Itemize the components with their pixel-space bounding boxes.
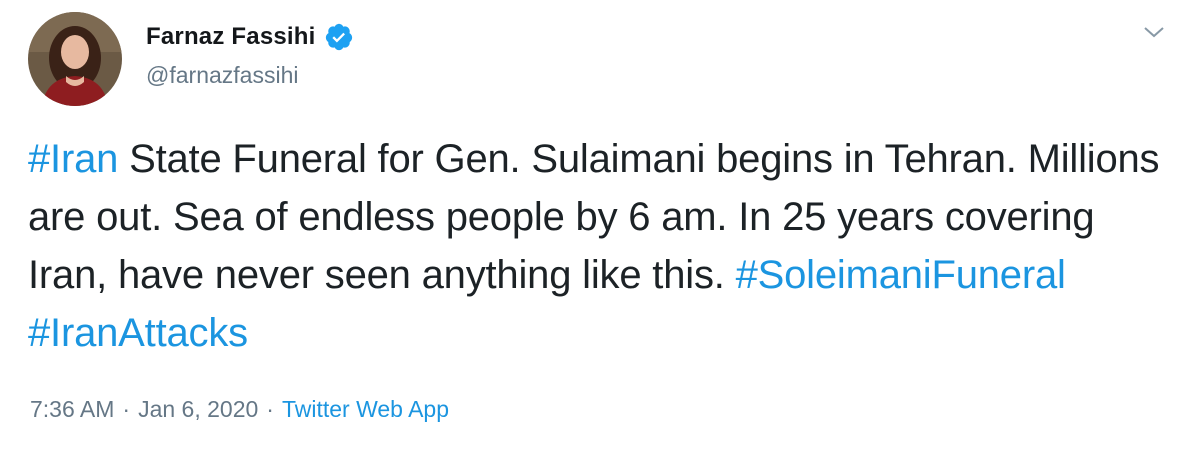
tweet-meta: 7:36 AM · Jan 6, 2020 · Twitter Web App [30,396,449,423]
verified-badge-icon [324,22,354,52]
tweet-source-link[interactable]: Twitter Web App [282,396,449,423]
hashtag-link[interactable]: #SoleimaniFuneral [736,253,1066,297]
meta-separator: · [266,396,274,422]
user-handle[interactable]: @farnazfassihi [146,62,298,89]
tweet-date[interactable]: Jan 6, 2020 [138,396,258,423]
display-name[interactable]: Farnaz Fassihi [146,23,316,51]
chevron-down-icon[interactable] [1142,22,1166,42]
hashtag-link[interactable]: #Iran [28,137,118,181]
meta-separator: · [122,396,131,422]
tweet-card: Farnaz Fassihi @farnazfassihi #Iran Stat… [0,0,1200,453]
avatar[interactable] [28,12,122,106]
tweet-time[interactable]: 7:36 AM [30,396,114,423]
tweet-text: #Iran State Funeral for Gen. Sulaimani b… [28,130,1168,362]
name-row: Farnaz Fassihi [146,22,354,52]
hashtag-link[interactable]: #IranAttacks [28,311,248,355]
